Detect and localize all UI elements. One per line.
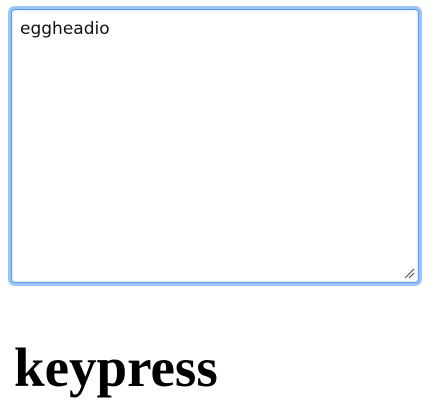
resize-grip-icon[interactable]: [403, 267, 415, 279]
text-input[interactable]: eggheadio: [12, 10, 418, 282]
text-input-container[interactable]: eggheadio: [11, 9, 419, 283]
event-heading: keypress: [14, 337, 218, 398]
